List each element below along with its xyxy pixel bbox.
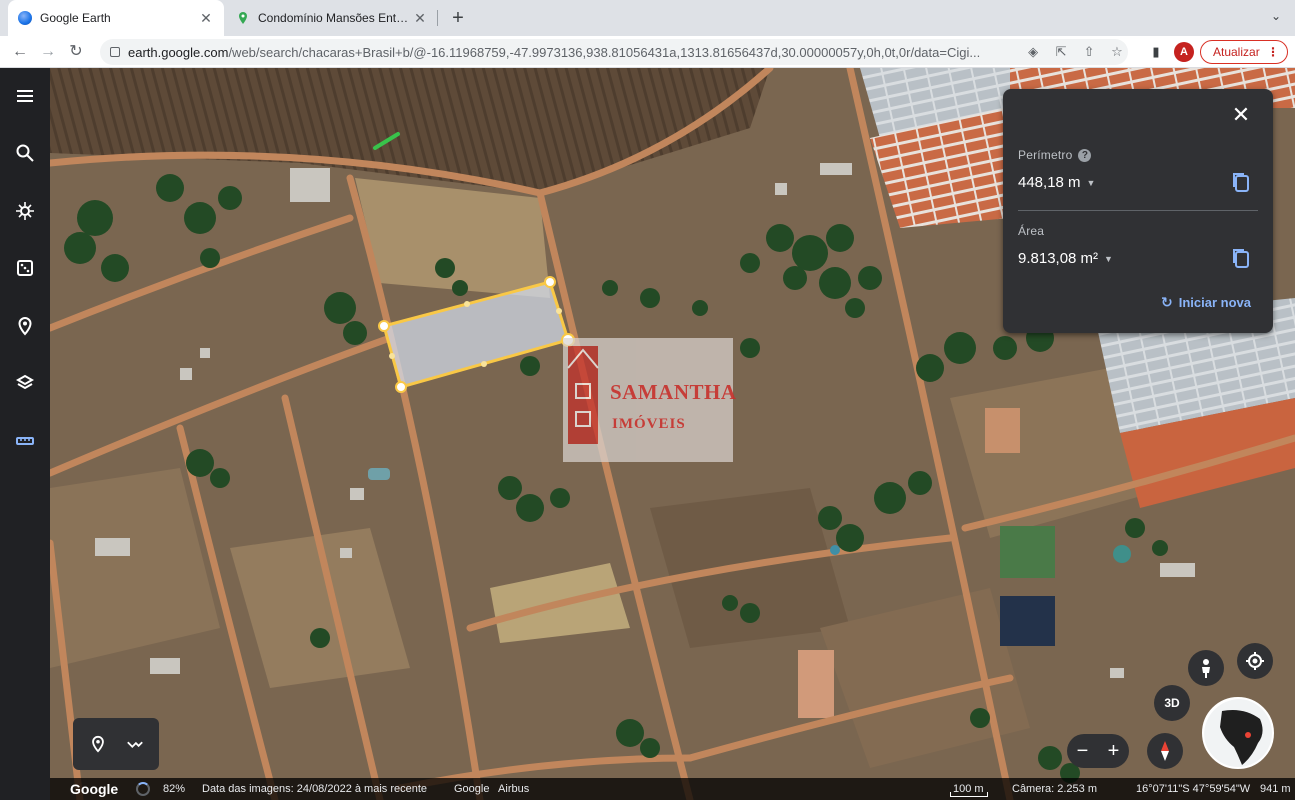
mini-globe[interactable]: [1202, 697, 1274, 769]
area-unit-dropdown[interactable]: 9.813,08 m² ▼: [1018, 250, 1113, 267]
tab-close-icon[interactable]: ✕: [198, 10, 214, 26]
perimeter-label-row: Perímetro?: [1018, 148, 1092, 163]
address-bar[interactable]: earth.google.com/web/search/chacaras+Bra…: [100, 39, 1128, 65]
elevation: 941 m: [1260, 783, 1291, 795]
update-label: Atualizar: [1213, 45, 1260, 59]
tab-condominio[interactable]: Condomínio Mansões Entrelagos ✕: [226, 0, 438, 36]
placemark-pin-icon[interactable]: [89, 735, 107, 753]
perimeter-value: 448,18 m: [1018, 174, 1081, 191]
back-arrow-icon[interactable]: ←: [8, 40, 32, 64]
imagery-date: Data das imagens: 24/08/2022 à mais rece…: [202, 783, 428, 795]
browser-toolbar: ← → ↻ earth.google.com/web/search/chacar…: [0, 36, 1295, 68]
chevron-down-icon: ▼: [1086, 178, 1096, 189]
perimeter-unit-dropdown[interactable]: 448,18 m ▼: [1018, 174, 1095, 191]
area-value: 9.813,08 m²: [1018, 250, 1099, 267]
extension-icon[interactable]: ◈: [1022, 41, 1044, 63]
share-icon[interactable]: ⇧: [1078, 41, 1100, 63]
measure-panel: ✕ Perímetro? 448,18 m ▼ Área 9.813,08 m² ▼…: [1003, 89, 1273, 333]
feeling-lucky-dice-icon[interactable]: [10, 253, 40, 283]
area-label: Área: [1018, 224, 1045, 238]
search-icon[interactable]: [10, 138, 40, 168]
coordinates: 16°07'11"S 47°59'54"W: [1136, 783, 1251, 795]
start-new-button[interactable]: ↻ Iniciar nova: [1161, 294, 1251, 311]
divider: [1018, 210, 1258, 211]
pegman-street-view-icon[interactable]: [1188, 650, 1224, 686]
tab-strip: Google Earth ✕ Condomínio Mansões Entrel…: [0, 0, 1295, 36]
google-earth-favicon-icon: [18, 11, 32, 25]
camera-altitude: Câmera: 2.253 m: [1012, 783, 1097, 795]
toggle-3d-button[interactable]: 3D: [1154, 685, 1190, 721]
reload-icon[interactable]: ↻: [64, 40, 88, 64]
zoom-controls: − +: [1067, 734, 1129, 768]
measure-ruler-icon[interactable]: [10, 426, 40, 456]
map-style-layers-icon[interactable]: [10, 368, 40, 398]
scale-bar: [950, 792, 988, 797]
earth-nav-rail: [0, 68, 50, 800]
google-logo: Google: [70, 781, 119, 797]
copy-icon[interactable]: [1231, 247, 1251, 269]
profile-avatar[interactable]: A: [1174, 42, 1194, 62]
compass-icon[interactable]: [1147, 733, 1183, 769]
my-location-icon[interactable]: [1237, 643, 1273, 679]
start-new-label: Iniciar nova: [1178, 295, 1251, 310]
zoom-in-button[interactable]: +: [1108, 740, 1120, 763]
bookmark-star-icon[interactable]: ☆: [1106, 41, 1128, 63]
copy-icon[interactable]: [1231, 171, 1251, 193]
chevron-down-icon: ▼: [1104, 254, 1113, 265]
tab-google-earth[interactable]: Google Earth ✕: [8, 0, 224, 36]
tab-title: Google Earth: [40, 11, 111, 25]
close-icon[interactable]: ✕: [1231, 104, 1251, 126]
tab-title: Condomínio Mansões Entrelagos: [258, 11, 412, 25]
loading-spinner-icon: [136, 782, 150, 796]
url-text[interactable]: earth.google.com/web/search/chacaras+Bra…: [128, 45, 1016, 60]
refresh-icon: ↻: [1161, 294, 1173, 310]
maps-pin-favicon-icon: [236, 11, 250, 25]
zoom-out-button[interactable]: −: [1077, 740, 1089, 763]
perimeter-label: Perímetro: [1018, 148, 1073, 162]
side-panel-icon[interactable]: ▮: [1146, 42, 1166, 62]
forward-arrow-icon[interactable]: →: [36, 40, 60, 64]
new-tab-button[interactable]: +: [448, 8, 468, 28]
draw-path-icon[interactable]: [126, 735, 144, 753]
watermark-line2: IMÓVEIS: [612, 416, 686, 432]
projects-pin-icon[interactable]: [10, 311, 40, 341]
attribution[interactable]: Google Airbus: [454, 783, 529, 795]
tab-search-chevron-icon[interactable]: ⌄: [1271, 9, 1281, 23]
drawing-tools: [73, 718, 159, 770]
kebab-menu-icon: ⋮: [1267, 45, 1279, 59]
update-button[interactable]: Atualizar ⋮: [1200, 40, 1288, 64]
load-percent: 82%: [163, 783, 186, 795]
watermark-line1: SAMANTHA: [610, 380, 737, 404]
status-bar: Google 82% Data das imagens: 24/08/2022 …: [50, 778, 1295, 800]
tab-separator: [437, 10, 438, 26]
help-icon[interactable]: ?: [1078, 149, 1092, 163]
lock-icon: [110, 47, 120, 57]
menu-icon[interactable]: [10, 81, 40, 111]
tab-close-icon[interactable]: ✕: [412, 10, 428, 26]
voyager-icon[interactable]: [10, 196, 40, 226]
open-in-app-icon[interactable]: ⇱: [1050, 41, 1072, 63]
